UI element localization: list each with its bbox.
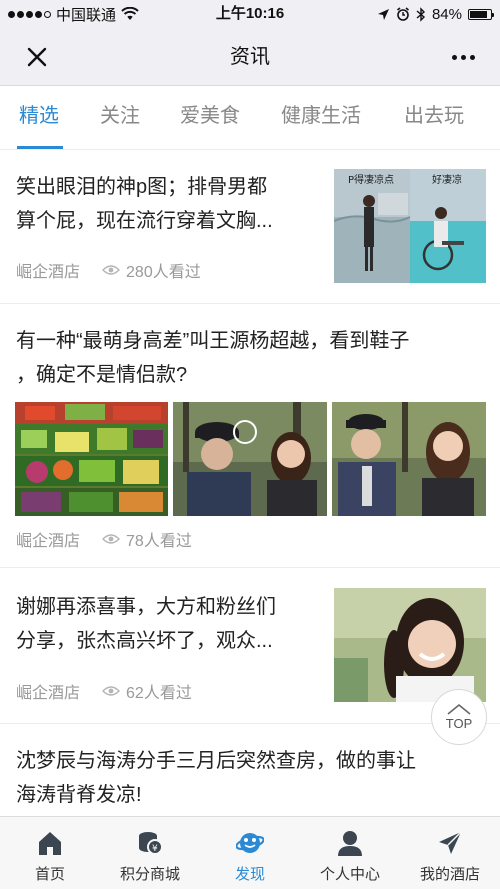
card-thumbnail — [334, 588, 486, 702]
card-title-line: 海涛背脊发凉! — [16, 784, 142, 806]
card-title-line: 沈梦辰与海涛分手三月后突然查房，做的事让 — [16, 750, 416, 772]
eye-icon — [102, 686, 121, 696]
back-to-top-label: TOP — [445, 716, 473, 731]
card-title-line: ，确定不是情侣款? — [16, 364, 188, 386]
back-to-top-button[interactable]: TOP — [431, 689, 487, 745]
card-meta: 崛企酒店 62人看过 — [16, 679, 192, 703]
home-icon — [39, 832, 61, 855]
user-icon — [338, 831, 362, 856]
tab-featured[interactable]: 精选 — [19, 86, 59, 150]
status-right: 84% — [377, 0, 494, 28]
chevron-up-icon — [447, 703, 471, 715]
card-title-line: 算个屁，现在流行穿着文胸... — [16, 210, 273, 232]
status-bar: 中国联通 上午10:16 84% — [0, 0, 500, 28]
card-meta: 崛企酒店 78人看过 — [16, 527, 192, 551]
card-views: 62人看过 — [126, 685, 192, 702]
card-image — [173, 402, 327, 516]
card-thumbnail: P得凄凉点 好凄凉 — [334, 169, 486, 283]
eye-icon — [102, 534, 121, 544]
card-source: 崛企酒店 — [16, 264, 81, 281]
news-card[interactable]: 有一种“最萌身高差”叫王源杨超越，看到鞋子 ，确定不是情侣款? 崛企酒店 78人… — [0, 304, 500, 568]
tabbar-label: 个人中心 — [319, 866, 380, 883]
card-views: 78人看过 — [126, 533, 192, 550]
tabbar-label: 我的酒店 — [419, 866, 480, 883]
card-title-line: 谢娜再添喜事，大方和粉丝们 — [16, 596, 276, 618]
tabbar-discover[interactable]: 发现 — [200, 817, 300, 889]
bluetooth-icon — [416, 6, 425, 22]
discover-icon — [236, 833, 264, 853]
active-tab-indicator — [17, 146, 63, 149]
page-title: 资讯 — [230, 46, 270, 68]
tab-following[interactable]: 关注 — [100, 86, 140, 150]
svg-text:¥: ¥ — [152, 844, 158, 854]
card-meta: 崛企酒店 280人看过 — [16, 258, 201, 282]
bottom-tab-bar: 首页 ¥ 积分商城 发现 个人中心 我的酒店 — [0, 816, 500, 889]
tabbar-points-mall[interactable]: ¥ 积分商城 — [100, 817, 200, 889]
card-title-line: 有一种“最萌身高差”叫王源杨超越，看到鞋子 — [16, 330, 410, 352]
card-source: 崛企酒店 — [16, 685, 81, 702]
send-icon — [439, 831, 462, 854]
card-views: 280人看过 — [126, 264, 201, 281]
card-image — [332, 402, 486, 516]
coins-icon: ¥ — [139, 832, 163, 855]
tabbar-home[interactable]: 首页 — [0, 817, 100, 889]
battery-percent: 84% — [431, 5, 462, 23]
tabbar-my-hotel[interactable]: 我的酒店 — [400, 817, 500, 889]
category-tabs: 精选 关注 爱美食 健康生活 出去玩 — [0, 86, 500, 150]
tab-health[interactable]: 健康生活 — [281, 86, 361, 150]
more-icon[interactable] — [448, 48, 478, 66]
card-image — [15, 402, 168, 516]
tabbar-label: 首页 — [34, 866, 65, 883]
tabbar-label: 发现 — [234, 866, 265, 883]
eye-icon — [102, 265, 121, 275]
alarm-icon — [396, 7, 409, 21]
card-title-line: 分享，张杰高兴坏了，观众... — [16, 630, 273, 652]
nav-bar: 资讯 — [0, 28, 500, 86]
thumb-caption: 好凄凉 — [432, 173, 462, 186]
news-card[interactable]: 沈梦辰与海涛分手三月后突然查房，做的事让 海涛背脊发凉! — [0, 724, 500, 816]
card-source: 崛企酒店 — [16, 533, 81, 550]
tabbar-label: 积分商城 — [119, 866, 180, 883]
news-feed: 笑出眼泪的神p图；排骨男都 算个屁，现在流行穿着文胸... 崛企酒店 280人看… — [0, 150, 500, 816]
battery-icon — [468, 8, 494, 20]
card-title-line: 笑出眼泪的神p图；排骨男都 — [16, 176, 268, 198]
thumb-caption: P得凄凉点 — [348, 173, 394, 186]
tabbar-user-center[interactable]: 个人中心 — [300, 817, 400, 889]
tab-travel[interactable]: 出去玩 — [404, 86, 464, 150]
tab-food[interactable]: 爱美食 — [180, 86, 240, 150]
news-card[interactable]: 谢娜再添喜事，大方和粉丝们 分享，张杰高兴坏了，观众... 崛企酒店 62人看过 — [0, 568, 500, 724]
news-card[interactable]: 笑出眼泪的神p图；排骨男都 算个屁，现在流行穿着文胸... 崛企酒店 280人看… — [0, 150, 500, 304]
location-arrow-icon — [377, 8, 389, 20]
